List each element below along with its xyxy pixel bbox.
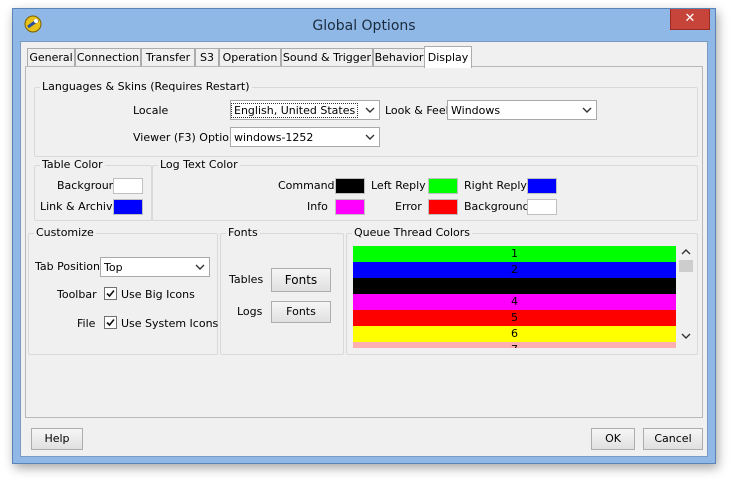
log-text-color-group-label: Log Text Color xyxy=(158,158,240,171)
queue-color-row[interactable]: 7 xyxy=(353,342,676,348)
tab-general[interactable]: General xyxy=(27,48,75,67)
checkmark-icon xyxy=(106,289,115,298)
viewer-option-label: Viewer (F3) Option xyxy=(133,131,237,144)
logs-fonts-button[interactable]: Fonts xyxy=(271,301,331,323)
tab-behavior[interactable]: Behavior xyxy=(373,48,425,67)
tab-position-label: Tab Position xyxy=(35,260,100,273)
scroll-up-icon[interactable] xyxy=(681,248,691,256)
queue-color-list[interactable]: 1 2 3 4 5 6 7 xyxy=(353,246,676,348)
languages-group: Languages & Skins (Requires Restart) Loc… xyxy=(34,80,698,157)
scroll-thumb[interactable] xyxy=(679,260,693,272)
right-reply-label: Right Reply xyxy=(464,179,527,192)
tab-position-value: Top xyxy=(104,261,123,274)
table-color-group-label: Table Color xyxy=(40,158,105,171)
look-feel-label: Look & Feel xyxy=(385,104,449,117)
locale-value: English, United States xyxy=(230,103,359,118)
customize-group-label: Customize xyxy=(34,226,96,239)
table-color-group: Table Color Background Link & Archives xyxy=(34,158,152,221)
locale-label: Locale xyxy=(133,104,169,117)
tab-sound-trigger[interactable]: Sound & Trigger xyxy=(281,48,373,67)
ok-button[interactable]: OK xyxy=(591,428,635,450)
left-reply-label: Left Reply xyxy=(371,179,426,192)
table-background-swatch[interactable] xyxy=(113,178,143,194)
title-bar[interactable]: Global Options ✕ xyxy=(13,9,715,41)
viewer-option-value: windows-1252 xyxy=(234,131,314,144)
log-background-label: Background xyxy=(464,200,530,213)
use-big-icons-label[interactable]: Use Big Icons xyxy=(121,288,195,301)
tab-display[interactable]: Display xyxy=(424,46,472,68)
info-label: Info xyxy=(307,200,328,213)
close-button[interactable]: ✕ xyxy=(670,9,710,30)
info-swatch[interactable] xyxy=(335,199,365,215)
tab-position-dropdown[interactable]: Top xyxy=(100,257,210,277)
dialog-client-area: General Connection Transfer S3 Operation… xyxy=(20,41,708,457)
queue-color-row[interactable]: 2 xyxy=(353,262,676,278)
right-reply-swatch[interactable] xyxy=(527,178,557,194)
chevron-down-icon xyxy=(365,107,375,113)
tab-s3[interactable]: S3 xyxy=(195,48,219,67)
window-title: Global Options xyxy=(312,18,416,34)
cancel-button[interactable]: Cancel xyxy=(643,428,703,450)
left-reply-swatch[interactable] xyxy=(428,178,458,194)
languages-group-label: Languages & Skins (Requires Restart) xyxy=(40,80,252,93)
error-label: Error xyxy=(395,200,422,213)
queue-scrollbar[interactable] xyxy=(678,246,694,348)
locale-dropdown[interactable]: English, United States xyxy=(230,100,380,120)
queue-thread-colors-label: Queue Thread Colors xyxy=(352,226,473,239)
use-system-icons-label[interactable]: Use System Icons xyxy=(121,317,218,330)
look-feel-value: Windows xyxy=(451,104,501,117)
queue-color-row[interactable]: 3 xyxy=(353,278,676,294)
logs-font-label: Logs xyxy=(237,305,263,318)
queue-color-row[interactable]: 4 xyxy=(353,294,676,310)
tables-font-label: Tables xyxy=(229,273,264,286)
display-tab-panel: Languages & Skins (Requires Restart) Loc… xyxy=(25,66,703,418)
file-label: File xyxy=(77,317,96,330)
viewer-option-dropdown[interactable]: windows-1252 xyxy=(230,127,380,147)
tab-connection[interactable]: Connection xyxy=(75,48,141,67)
queue-color-row[interactable]: 6 xyxy=(353,326,676,342)
fonts-group-label: Fonts xyxy=(226,226,260,239)
queue-color-row[interactable]: 5 xyxy=(353,310,676,326)
chevron-down-icon xyxy=(195,264,205,270)
use-system-icons-checkbox[interactable] xyxy=(104,316,117,329)
command-swatch[interactable] xyxy=(335,178,365,194)
customize-group: Customize Tab Position Top Toolbar Use B… xyxy=(28,226,218,355)
queue-color-row[interactable]: 1 xyxy=(353,246,676,262)
log-text-color-group: Log Text Color Command Left Reply Right … xyxy=(152,158,698,221)
log-background-swatch[interactable] xyxy=(527,199,557,215)
toolbar-label: Toolbar xyxy=(57,288,97,301)
command-label: Command xyxy=(278,179,335,192)
look-feel-dropdown[interactable]: Windows xyxy=(447,100,597,120)
tables-fonts-button[interactable]: Fonts xyxy=(271,268,331,292)
global-options-window: Global Options ✕ General Connection Tran… xyxy=(12,8,716,464)
chevron-down-icon xyxy=(582,107,592,113)
link-archives-swatch[interactable] xyxy=(113,199,143,215)
queue-thread-colors-group: Queue Thread Colors 1 2 3 4 5 6 7 xyxy=(346,226,698,355)
tab-operation[interactable]: Operation xyxy=(219,48,281,67)
error-swatch[interactable] xyxy=(428,199,458,215)
fonts-group: Fonts Tables Fonts Logs Fonts xyxy=(220,226,344,355)
chevron-down-icon xyxy=(365,134,375,140)
tab-transfer[interactable]: Transfer xyxy=(141,48,195,67)
scroll-down-icon[interactable] xyxy=(681,332,691,340)
use-big-icons-checkbox[interactable] xyxy=(104,287,117,300)
checkmark-icon xyxy=(106,318,115,327)
help-button[interactable]: Help xyxy=(31,428,83,450)
